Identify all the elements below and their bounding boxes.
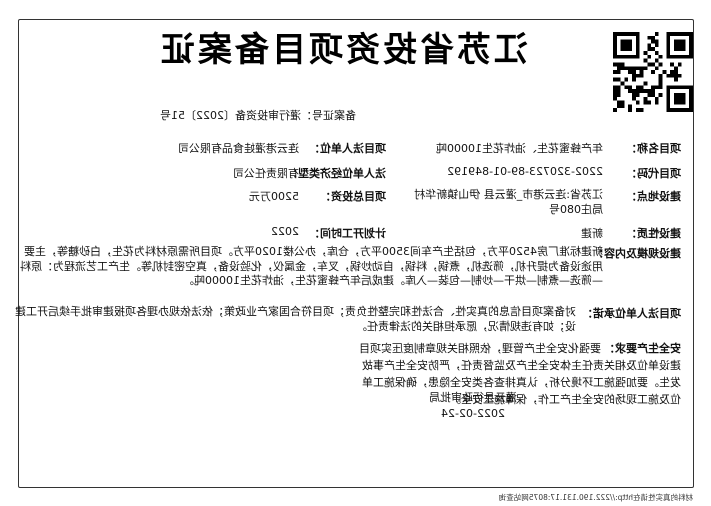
scope-value: 新建标准厂房4520平方，包括生产车间3500平方，仓库，办公楼1020平方。项… xyxy=(20,245,603,287)
project-name-value: 年产蜂蜜花生、油炸花生10000吨 xyxy=(436,142,603,155)
certificate-document: 江苏省投资项目备案证 备案证号：灌行审投资备〔2022〕51号 项目名称： 年产… xyxy=(0,0,711,506)
legal-entity-value: 连云港灌娃食品有限公司 xyxy=(178,142,299,155)
qr-code xyxy=(613,32,693,112)
start-time-label: 计划开工时间： xyxy=(309,227,386,240)
approver-block: 灌云县行政审批局 2022-02-24 xyxy=(413,390,533,422)
verification-footer: 材料的真实性请在http://222.190.131.17:8075网站查询 xyxy=(498,493,693,502)
start-time-value: 2022 xyxy=(271,225,299,238)
entity-type-value: 有限责任公司 xyxy=(233,167,299,180)
location-label: 建设地点： xyxy=(626,190,681,203)
scope-label: 建设规模及内容： xyxy=(593,247,681,260)
legal-entity-label: 项目法人单位： xyxy=(309,142,386,155)
investment-value: 5200万元 xyxy=(249,190,299,203)
certificate-number: 备案证号：灌行审投资备〔2022〕51号 xyxy=(160,109,356,122)
commitment-value: 对备案项目信息的真实性、合法性和完整性负责；项目符合国家产业政策；依法依规办理各… xyxy=(15,305,576,333)
investment-label: 项目总投资： xyxy=(320,190,386,203)
project-name-label: 项目名称： xyxy=(626,142,681,155)
entity-type-label: 法人单位经济类型： xyxy=(287,167,386,180)
project-code-label: 项目代码： xyxy=(626,167,681,180)
nature-label: 建设性质： xyxy=(626,227,681,240)
approver-name: 灌云县行政审批局 xyxy=(429,391,517,404)
project-code-value: 2202-320723-89-01-849192 xyxy=(447,165,603,178)
nature-value: 新建 xyxy=(581,227,603,240)
approval-date: 2022-02-24 xyxy=(441,407,505,420)
commitment-label: 项目法人单位承诺： xyxy=(582,307,681,320)
page-title: 江苏省投资项目备案证 xyxy=(158,30,528,70)
location-value: 江苏省:连云港市_灌云县 伊山镇新华村局庄080号 xyxy=(414,188,603,216)
